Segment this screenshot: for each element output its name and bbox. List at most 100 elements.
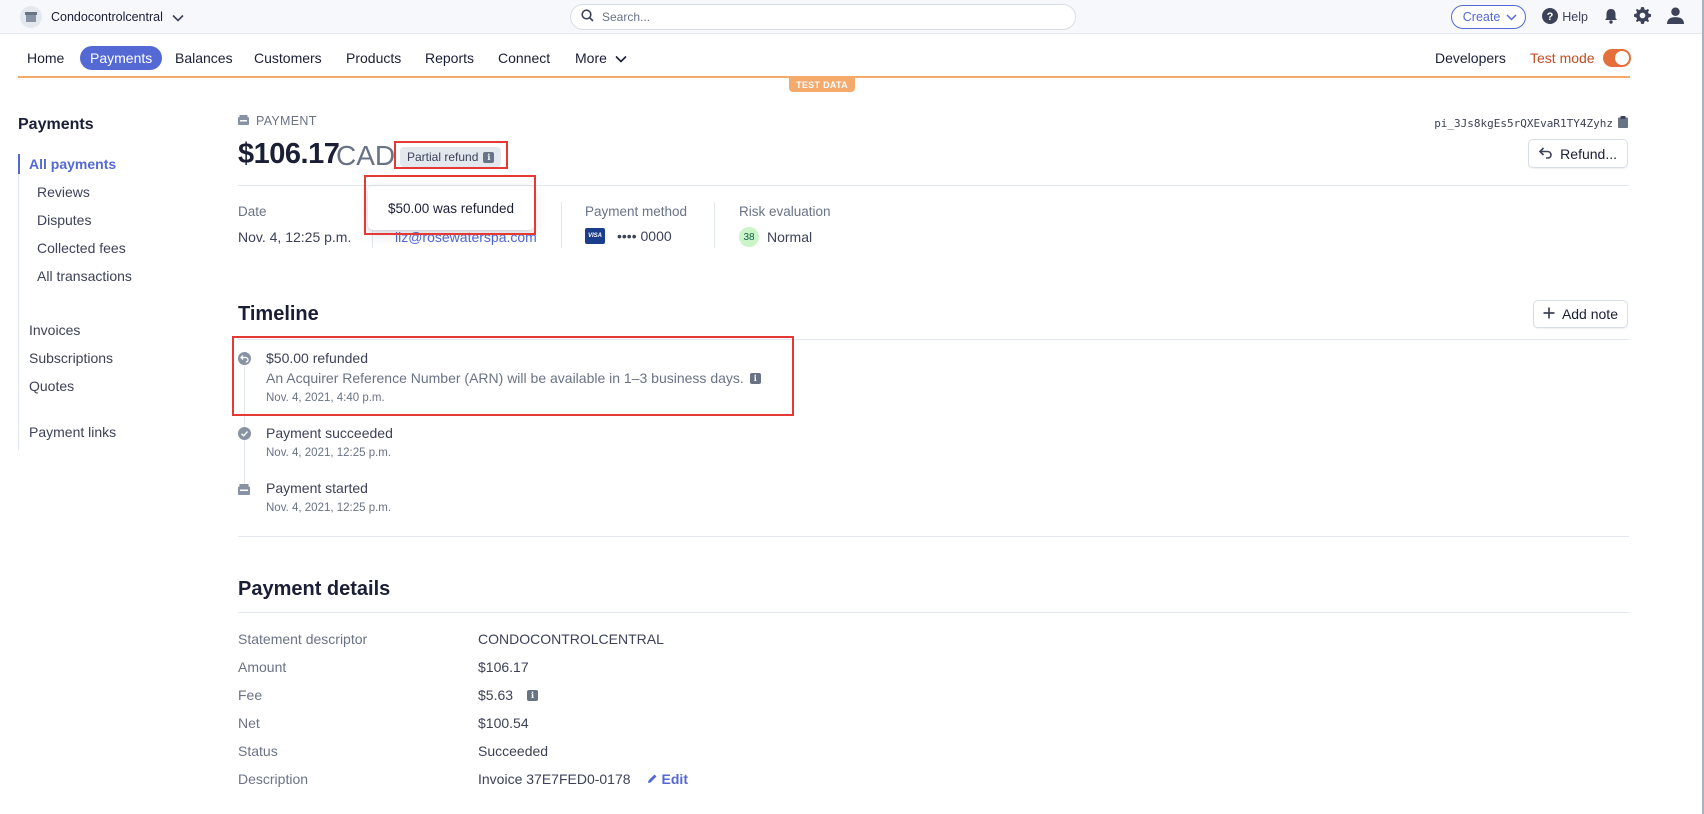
refund-button[interactable]: Refund...: [1528, 139, 1628, 168]
detail-label-net: Net: [238, 715, 260, 731]
clipboard-icon[interactable]: [1618, 116, 1628, 131]
test-mode-toggle[interactable]: [1603, 49, 1631, 67]
status-badge[interactable]: Partial refund i: [400, 147, 502, 167]
sidebar-item-payment-links[interactable]: Payment links: [29, 424, 116, 440]
timeline-event-title: Payment started: [266, 480, 368, 496]
card-last4: •••• 0000: [617, 228, 672, 244]
detail-label-statement-descriptor: Statement descriptor: [238, 631, 368, 647]
wallet-icon: [238, 482, 250, 498]
timeline-event-subtitle: An Acquirer Reference Number (ARN) will …: [266, 370, 761, 386]
nav-balances[interactable]: Balances: [175, 46, 233, 70]
payment-label-row: PAYMENT: [238, 114, 317, 128]
timeline-event-title: Payment succeeded: [266, 425, 393, 441]
sidebar-divider: [18, 154, 19, 450]
risk-evaluation-label: Risk evaluation: [739, 204, 831, 219]
bell-icon[interactable]: [1604, 8, 1618, 27]
search-placeholder: Search...: [602, 10, 651, 24]
test-mode-label: Test mode: [1530, 50, 1595, 66]
detail-value-net: $100.54: [478, 715, 529, 731]
detail-label-fee: Fee: [238, 687, 263, 703]
risk-level: Normal: [767, 229, 813, 245]
payment-label: PAYMENT: [256, 114, 317, 128]
nav-payments[interactable]: Payments: [80, 46, 163, 70]
visa-card-icon: VISA: [585, 228, 605, 244]
payment-amount: $106.17: [238, 138, 340, 170]
store-icon: [20, 6, 42, 28]
description-value: Invoice 37E7FED0-0178: [478, 771, 631, 787]
timeline-event-subtitle-text: An Acquirer Reference Number (ARN) will …: [266, 370, 744, 386]
divider: [561, 202, 562, 248]
detail-label-status: Status: [238, 743, 278, 759]
pencil-icon: [647, 771, 658, 787]
sidebar-item-subscriptions[interactable]: Subscriptions: [29, 350, 113, 366]
fee-value: $5.63: [478, 687, 514, 703]
nav-connect[interactable]: Connect: [498, 46, 550, 70]
timeline-event-time: Nov. 4, 2021, 12:25 p.m.: [266, 447, 392, 459]
search-input[interactable]: Search...: [570, 4, 1076, 30]
account-switcher[interactable]: Condocontrolcentral: [20, 6, 184, 28]
chevron-down-icon: [172, 9, 184, 25]
search-icon: [581, 9, 594, 25]
nav-more[interactable]: More: [575, 46, 627, 70]
info-icon[interactable]: i: [749, 372, 761, 384]
risk-evaluation-value: 38 Normal: [739, 227, 812, 247]
divider: [238, 536, 1629, 537]
gear-icon[interactable]: [1634, 7, 1651, 27]
detail-label-amount: Amount: [238, 659, 287, 675]
top-bar: Condocontrolcentral Search... Create ? H…: [0, 0, 1704, 34]
timeline-event-time: Nov. 4, 2021, 12:25 p.m.: [266, 502, 392, 514]
nav-reports[interactable]: Reports: [425, 46, 474, 70]
timeline-connector: [244, 366, 245, 484]
sidebar-item-disputes[interactable]: Disputes: [37, 212, 91, 228]
info-icon: i: [483, 151, 495, 163]
create-label: Create: [1462, 10, 1501, 24]
sidebar-item-all-transactions[interactable]: All transactions: [37, 268, 132, 284]
detail-value-description: Invoice 37E7FED0-0178 Edit: [478, 771, 688, 787]
edit-description-button[interactable]: Edit: [647, 771, 688, 787]
customer-email-link[interactable]: liz@rosewaterspa.com: [395, 229, 537, 245]
payment-id[interactable]: pi_3Js8kgEs5rQXEvaR1TY4Zyhz: [1434, 116, 1628, 131]
nav-more-label: More: [575, 50, 607, 66]
main-nav: Home Payments Balances Customers Product…: [18, 42, 1631, 78]
undo-arrow-icon: [1539, 146, 1552, 162]
help-button[interactable]: ? Help: [1542, 7, 1588, 27]
sidebar-item-quotes[interactable]: Quotes: [29, 378, 74, 394]
date-value: Nov. 4, 12:25 p.m.: [238, 229, 352, 245]
sidebar-item-reviews[interactable]: Reviews: [37, 184, 90, 200]
check-circle-icon: [238, 427, 251, 440]
payment-currency: CAD: [336, 140, 396, 171]
add-note-button[interactable]: Add note: [1532, 300, 1628, 328]
timeline-event-title: $50.00 refunded: [266, 350, 368, 366]
detail-label-description: Description: [238, 771, 309, 787]
user-icon[interactable]: [1667, 7, 1684, 27]
sidebar-item-collected-fees[interactable]: Collected fees: [37, 240, 126, 256]
test-data-banner: TEST DATA: [789, 78, 855, 92]
detail-value-amount: $106.17: [478, 659, 529, 675]
divider: [238, 612, 1629, 613]
detail-value-status: Succeeded: [478, 743, 549, 759]
detail-value-statement-descriptor: CONDOCONTROLCENTRAL: [478, 631, 664, 647]
info-icon[interactable]: i: [527, 689, 539, 701]
create-button[interactable]: Create: [1450, 5, 1527, 29]
edit-label: Edit: [661, 771, 688, 787]
plus-icon: [1543, 306, 1555, 322]
chevron-down-icon: [1506, 10, 1517, 24]
nav-customers[interactable]: Customers: [254, 46, 322, 70]
nav-developers[interactable]: Developers: [1435, 46, 1506, 70]
wallet-icon: [238, 114, 249, 128]
help-icon: ?: [1542, 7, 1559, 27]
timeline-title: Timeline: [238, 303, 319, 325]
nav-products[interactable]: Products: [346, 46, 401, 70]
nav-home[interactable]: Home: [27, 46, 64, 70]
payment-method-label: Payment method: [585, 204, 688, 219]
date-label: Date: [238, 204, 267, 219]
refund-tooltip: $50.00 was refunded: [368, 186, 534, 230]
sidebar-active-indicator: [18, 154, 20, 174]
timeline-event-time: Nov. 4, 2021, 4:40 p.m.: [266, 392, 385, 404]
sidebar-item-all-payments[interactable]: All payments: [29, 156, 116, 172]
sidebar-item-invoices[interactable]: Invoices: [29, 322, 80, 338]
add-note-label: Add note: [1561, 306, 1618, 322]
account-name: Condocontrolcentral: [51, 10, 163, 24]
payment-details-title: Payment details: [238, 578, 391, 600]
svg-text:?: ?: [1547, 11, 1554, 23]
